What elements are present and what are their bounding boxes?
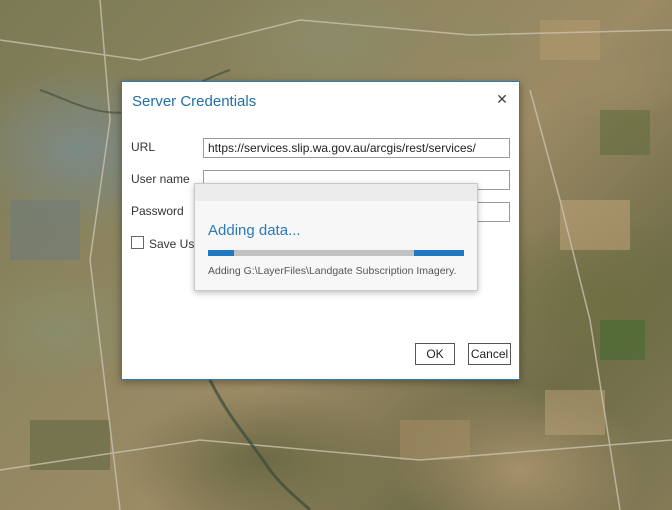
progress-bar xyxy=(208,250,464,256)
progress-title: Adding data... xyxy=(208,222,301,239)
progress-message: Adding G:\LayerFiles\Landgate Subscripti… xyxy=(208,265,457,277)
url-field[interactable] xyxy=(203,138,510,158)
ok-button[interactable]: OK xyxy=(415,343,455,365)
progress-bar-segment-right xyxy=(414,250,464,256)
close-icon[interactable]: ✕ xyxy=(494,91,510,107)
username-label: User name xyxy=(131,172,190,186)
save-credentials-checkbox[interactable] xyxy=(131,236,144,249)
dialog-title: Server Credentials xyxy=(132,93,257,110)
password-label: Password xyxy=(131,204,184,218)
url-label: URL xyxy=(131,140,156,154)
adding-data-progress-popup: Adding data... Adding G:\LayerFiles\Land… xyxy=(194,183,478,291)
cancel-button[interactable]: Cancel xyxy=(468,343,511,365)
progress-bar-segment-left xyxy=(208,250,234,256)
progress-popup-header xyxy=(195,184,477,201)
